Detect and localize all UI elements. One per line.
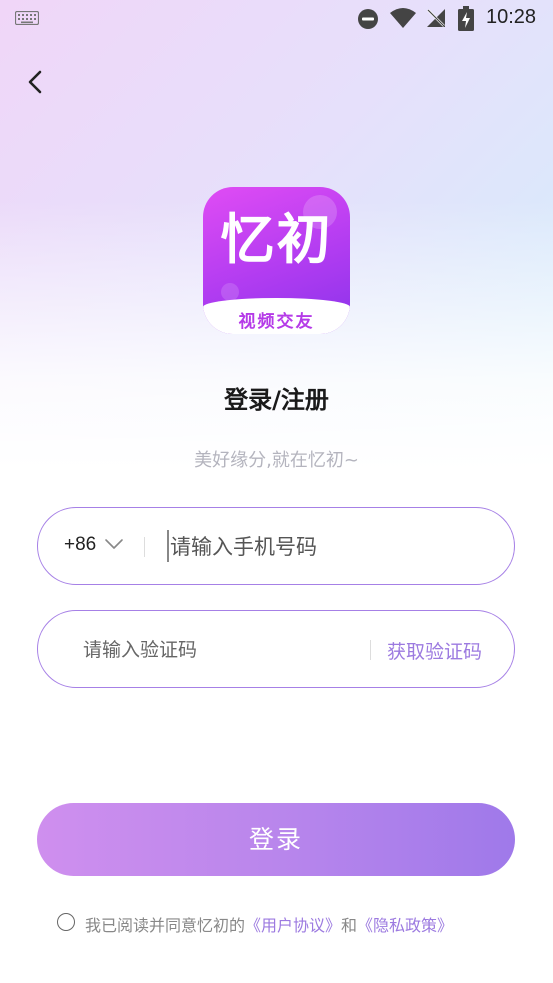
verification-code-input[interactable] (81, 633, 365, 667)
logo-main-text: 忆初 (220, 208, 333, 271)
wifi-icon (390, 8, 416, 28)
agreement-checkbox[interactable] (57, 913, 75, 931)
do-not-disturb-icon (358, 9, 378, 29)
logo-sub-text: 视频交友 (238, 312, 315, 332)
agreement-conjunction: 和 (341, 916, 358, 935)
user-agreement-link[interactable]: 《用户协议》 (245, 916, 341, 935)
agreement-row: 我已阅读并同意忆初的《用户协议》和《隐私政策》 (57, 912, 517, 936)
page-subtitle: 美好缘分,就在忆初~ (194, 450, 359, 471)
agreement-prefix: 我已阅读并同意忆初的 (85, 916, 246, 935)
divider (370, 640, 371, 660)
no-sim-icon (427, 9, 445, 27)
status-time: 10:28 (486, 6, 537, 28)
get-code-button[interactable]: 获取验证码 (387, 637, 482, 664)
phone-field: +86 (37, 507, 515, 585)
chevron-down-icon[interactable] (104, 537, 124, 551)
battery-charging-icon (458, 6, 474, 31)
privacy-policy-link[interactable]: 《隐私政策》 (357, 916, 453, 935)
page-title: 登录/注册 (224, 386, 329, 414)
back-button[interactable] (20, 66, 52, 98)
app-logo: 忆初 视频交友 (203, 187, 350, 334)
phone-input[interactable] (168, 528, 492, 566)
logo-decoration (221, 283, 239, 301)
country-code-selector[interactable]: +86 (64, 534, 96, 556)
keyboard-icon (15, 11, 39, 25)
divider (144, 537, 145, 557)
agreement-text: 我已阅读并同意忆初的《用户协议》和《隐私政策》 (85, 912, 453, 936)
code-field: 获取验证码 (37, 610, 515, 688)
status-bar: 10:28 (0, 0, 553, 38)
chevron-left-icon (28, 70, 42, 94)
login-button[interactable]: 登录 (37, 803, 515, 876)
